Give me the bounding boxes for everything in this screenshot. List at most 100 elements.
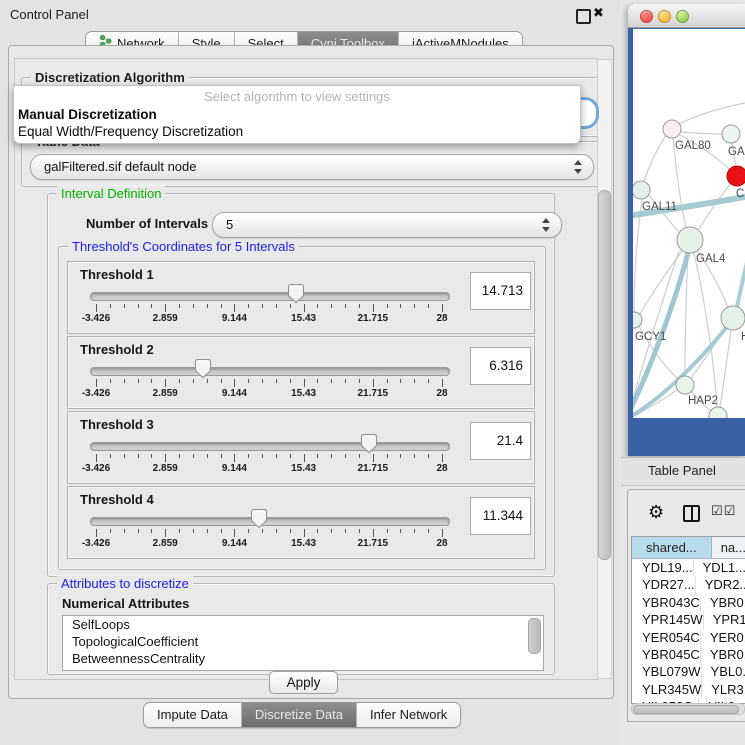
slider-tick	[193, 304, 194, 308]
table-cell[interactable]: YDR2...	[696, 576, 745, 593]
tab-impute-data[interactable]: Impute Data	[144, 703, 242, 727]
attribute-item-selfloops[interactable]: SelfLoops	[63, 616, 543, 633]
table-cell[interactable]: YBR0...	[701, 594, 745, 611]
table-column-header-1[interactable]: shared...	[632, 537, 712, 558]
table-cell[interactable]: YDR27...	[632, 576, 696, 593]
column-layout-icon[interactable]	[683, 505, 700, 522]
network-edge[interactable]	[644, 135, 666, 182]
slider-tick	[193, 454, 194, 458]
network-node-c[interactable]	[727, 166, 745, 186]
network-node-gal4[interactable]	[677, 227, 703, 253]
attribute-item-betweennesscentrality[interactable]: BetweennessCentrality	[63, 650, 543, 667]
threshold-slider-track[interactable]	[90, 367, 450, 376]
table-cell[interactable]: YLR3...	[702, 681, 745, 698]
table-row[interactable]: YBR043CYBR0...	[632, 594, 745, 611]
control-panel-titlebar: Control Panel ✖	[0, 0, 620, 28]
threshold-value-field[interactable]: 6.316	[470, 347, 531, 385]
table-column-header-2[interactable]: na...	[712, 537, 745, 558]
gear-icon[interactable]: ⚙	[648, 502, 664, 523]
table-row[interactable]: YDL19...YDL1...	[632, 559, 745, 576]
table-cell[interactable]: YBL0...	[702, 663, 745, 680]
network-edge[interactable]	[681, 132, 722, 134]
network-node-hap2[interactable]	[676, 376, 694, 394]
threshold-value-field[interactable]: 14.713	[470, 272, 531, 310]
number-of-intervals-combobox[interactable]: 5	[212, 212, 562, 238]
close-traffic-light[interactable]	[640, 10, 653, 23]
threshold-row-3: Threshold 3-3.4262.8599.14415.4321.71528…	[67, 411, 535, 484]
dropdown-option-equal-width-frequency-discretization[interactable]: Equal Width/Frequency Discretization	[18, 124, 243, 139]
slider-tick	[414, 379, 415, 383]
threshold-slider-handle[interactable]	[195, 359, 211, 378]
threshold-value-field[interactable]: 21.4	[470, 422, 531, 460]
network-node-ga[interactable]	[722, 125, 740, 143]
network-node[interactable]	[709, 407, 727, 418]
table-cell[interactable]: YBR043C	[632, 594, 701, 611]
network-edge-thick[interactable]	[737, 254, 745, 307]
network-window-titlebar[interactable]	[628, 4, 745, 28]
table-cell[interactable]: YBR045C	[632, 646, 701, 663]
table-cell[interactable]: YER0...	[701, 629, 745, 646]
table-row[interactable]: YLR345WYLR3...	[632, 681, 745, 698]
network-canvas[interactable]: GAL80GACGAL11GAL4GCY1HHAP2	[633, 29, 745, 418]
table-row[interactable]: YBL079WYBL0...	[632, 663, 745, 680]
tab-infer-network[interactable]: Infer Network	[357, 703, 460, 727]
slider-tick	[400, 529, 401, 533]
network-edge[interactable]	[679, 103, 745, 124]
slider-tick	[387, 379, 388, 383]
network-view-window[interactable]: GAL80GACGAL11GAL4GCY1HHAP2	[628, 4, 745, 456]
discretize-data-content: Discretization Algorithm Table Data galF…	[14, 58, 598, 680]
combobox-stepper-icon[interactable]	[574, 159, 583, 175]
table-cell[interactable]: YBL079W	[632, 663, 702, 680]
combobox-stepper-icon[interactable]	[542, 217, 551, 233]
table-cell[interactable]: YPR1...	[704, 611, 745, 628]
table-cell[interactable]: YPR145W	[632, 611, 704, 628]
threshold-slider-handle[interactable]	[251, 509, 267, 528]
list-scrollbar[interactable]	[528, 618, 541, 654]
slider-tick	[165, 379, 166, 387]
slider-tick	[110, 454, 111, 458]
close-icon[interactable]: ✖	[593, 5, 604, 21]
table-row[interactable]: YPR145WYPR1...	[632, 611, 745, 628]
table-hscrollbar-thumb[interactable]	[633, 705, 739, 714]
slider-tick	[151, 379, 152, 383]
threshold-slider-handle[interactable]	[361, 434, 377, 453]
threshold-value-field[interactable]: 11.344	[470, 497, 531, 535]
slider-tick	[124, 454, 125, 458]
slider-tick-label: 21.715	[358, 538, 389, 549]
network-edge[interactable]	[720, 330, 731, 407]
network-node-h[interactable]	[721, 306, 745, 330]
slider-tick	[359, 379, 360, 383]
slider-tick	[179, 529, 180, 533]
minimize-traffic-light[interactable]	[658, 10, 671, 23]
attribute-item-topologicalcoefficient[interactable]: TopologicalCoefficient	[63, 633, 543, 650]
table-cell[interactable]: YDL1...	[694, 559, 745, 576]
select-columns-icon[interactable]: ☑☑	[711, 503, 736, 519]
threshold-slider-track[interactable]	[90, 442, 450, 451]
table-cell[interactable]: YLR345W	[632, 681, 702, 698]
dropdown-option-manual-discretization[interactable]: Manual Discretization	[18, 107, 157, 122]
slider-tick	[165, 529, 166, 537]
table-cell[interactable]: YBR0...	[701, 646, 745, 663]
panel-scrollbar-thumb[interactable]	[598, 190, 611, 560]
table-row[interactable]: YBR045CYBR0...	[632, 646, 745, 663]
threshold-slider-track[interactable]	[90, 292, 450, 301]
slider-tick	[96, 379, 97, 387]
network-node-gcy1[interactable]	[633, 312, 642, 328]
table-data-combobox[interactable]: galFiltered.sif default node	[30, 154, 594, 180]
zoom-traffic-light[interactable]	[676, 10, 689, 23]
threshold-slider-track[interactable]	[90, 517, 450, 526]
tab-discretize-data[interactable]: Discretize Data	[242, 703, 357, 727]
network-edge[interactable]	[685, 253, 688, 376]
table-row[interactable]: YER054CYER0...	[632, 629, 745, 646]
slider-tick	[304, 379, 305, 387]
network-node-gal11[interactable]	[633, 181, 650, 199]
table-row[interactable]: YDR27...YDR2...	[632, 576, 745, 593]
slider-tick	[165, 304, 166, 312]
table-cell[interactable]: YER054C	[632, 629, 701, 646]
table-hscrollbar-track[interactable]	[631, 703, 745, 715]
table-cell[interactable]: YDL19...	[632, 559, 694, 576]
network-node-gal80[interactable]	[663, 120, 681, 138]
threshold-slider-handle[interactable]	[288, 284, 304, 303]
float-window-icon[interactable]	[576, 9, 591, 24]
apply-button[interactable]: Apply	[269, 671, 338, 694]
